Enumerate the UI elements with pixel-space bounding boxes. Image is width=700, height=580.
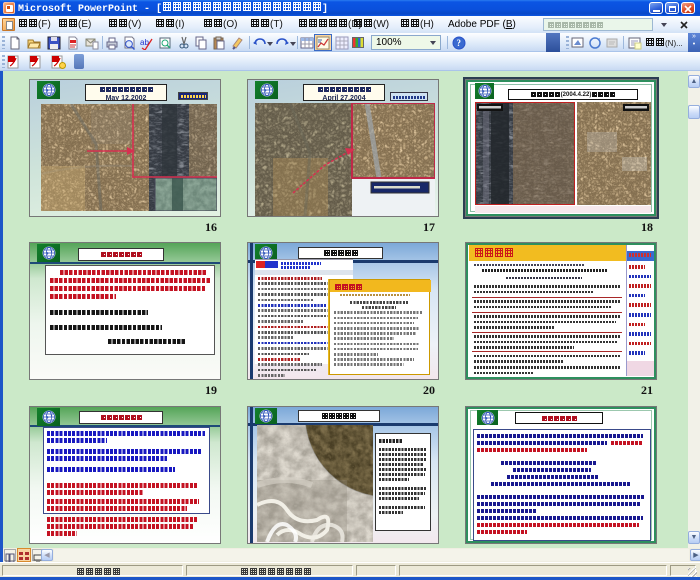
svg-text:?: ?: [457, 38, 462, 48]
